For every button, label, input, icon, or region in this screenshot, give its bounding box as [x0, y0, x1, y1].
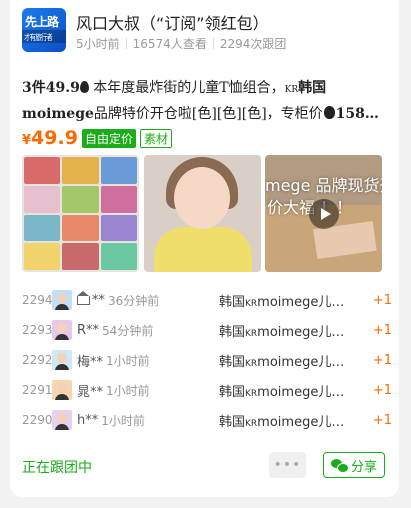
order-time: 1小时前 [106, 353, 150, 368]
group-status: 正在跟团中 [22, 460, 92, 476]
item-kr: KR [245, 328, 258, 339]
item-prefix: 韩国 [219, 294, 246, 310]
buyer-name: R** [77, 322, 100, 338]
desc-kr: KR [284, 85, 299, 95]
price: ¥49.9 [22, 127, 78, 149]
post-header: 先上路 才有旅行者 风口大叔（“订阅”领红包） 5小时前 16574人查看 22… [22, 8, 392, 52]
order-number: 2290 [22, 413, 53, 427]
child-face [174, 167, 230, 229]
video-text-line1: mege 品牌现货开 [265, 176, 382, 195]
buyer-name: 晁** [77, 384, 104, 400]
order-number: 2294 [22, 293, 53, 307]
order-time: 1小时前 [101, 413, 145, 428]
post-description[interactable]: 3件49.9 本年度最炸街的儿童T恤组合，KR韩国moimege品牌特价开仓啦[… [22, 76, 390, 124]
item-suffix: moimege儿… [257, 384, 345, 400]
post-meta: 5小时前 16574人查看 2294次跟团 [76, 35, 286, 52]
desc-body: 本年度最炸街的儿童T恤组合， [88, 80, 285, 96]
product-image-child[interactable] [144, 155, 261, 272]
buyer-avatar [52, 380, 72, 400]
item-prefix: 韩国 [219, 414, 246, 430]
order-number: 2292 [22, 353, 53, 367]
order-row[interactable]: 2293 R** 54分钟前 韩国KRmoimege儿… +1 [22, 319, 392, 341]
item-suffix: moimege儿… [257, 324, 345, 340]
play-icon[interactable] [309, 199, 339, 229]
meta-divider [212, 38, 214, 49]
crown-icon [77, 290, 90, 305]
order-row[interactable]: 2290 h** 1小时前 韩国KRmoimege儿… +1 [22, 409, 392, 431]
item-suffix: moimege儿… [257, 414, 345, 430]
author-avatar[interactable]: 先上路 才有旅行者 [22, 8, 66, 52]
free-pricing-tag: 自由定价 [81, 128, 136, 148]
order-quantity: +1 [372, 382, 392, 398]
order-item: 韩国KRmoimege儿… [219, 321, 344, 340]
meta-divider [125, 38, 127, 49]
order-item: 韩国KRmoimege儿… [219, 381, 344, 400]
post-time: 5小时前 [76, 37, 120, 51]
share-button[interactable]: 分享 [323, 452, 385, 478]
buyer-name: h** [77, 412, 99, 428]
item-suffix: moimege儿… [257, 294, 345, 310]
order-time: 54分钟前 [102, 323, 154, 338]
buyer-avatar [52, 410, 72, 430]
order-item: 韩国KRmoimege儿… [219, 411, 344, 430]
buyer-avatar [52, 290, 72, 310]
order-quantity: +1 [372, 322, 392, 338]
item-suffix: moimege儿… [257, 354, 345, 370]
view-count: 16574人查看 [132, 37, 207, 51]
order-quantity: +1 [372, 292, 392, 308]
group-post-card: 先上路 才有旅行者 风口大叔（“订阅”领红包） 5小时前 16574人查看 22… [10, 0, 399, 497]
author-name[interactable]: 风口大叔（“订阅”领红包） [76, 10, 269, 34]
more-icon: ••• [273, 457, 302, 473]
share-label: 分享 [350, 459, 377, 475]
order-item: 韩国KRmoimege儿… [219, 351, 344, 370]
item-prefix: 韩国 [219, 324, 246, 340]
child-shirt [154, 227, 252, 272]
order-row[interactable]: 2294 ** 36分钟前 韩国KRmoimege儿… +1 [22, 289, 392, 311]
order-number: 2293 [22, 323, 53, 337]
item-kr: KR [245, 388, 258, 399]
item-kr: KR [245, 358, 258, 369]
wechat-icon [330, 458, 349, 473]
item-kr: KR [245, 298, 258, 309]
money-bag-icon [323, 106, 335, 119]
logo-text-line1: 先上路 [25, 15, 59, 29]
order-row[interactable]: 2292 梅** 1小时前 韩国KRmoimege儿… +1 [22, 349, 392, 371]
order-quantity: +1 [372, 352, 392, 368]
more-button[interactable]: ••• [269, 452, 306, 478]
price-value: 49.9 [31, 127, 78, 149]
desc-tail: 品牌特价开仓啦[色][色][色]，专柜价 [93, 106, 323, 122]
product-image-collage[interactable] [22, 155, 139, 272]
buyer-name: 梅** [77, 354, 104, 370]
buyer-name: ** [92, 292, 105, 308]
product-video-thumbnail[interactable]: mege 品牌现货开 价大福 ！！ [265, 155, 382, 272]
order-quantity: +1 [372, 412, 392, 428]
group-count: 2294次跟团 [219, 37, 287, 51]
desc-price: 158… [335, 106, 379, 122]
item-prefix: 韩国 [219, 354, 246, 370]
buyer-avatar [52, 350, 72, 370]
item-kr: KR [245, 418, 258, 429]
price-row: ¥49.9 自由定价 素材 [22, 127, 172, 149]
desc-lead: 3件49.9 [22, 80, 80, 96]
order-item: 韩国KRmoimege儿… [219, 291, 344, 310]
logo-text-line2: 才有旅行者 [24, 33, 53, 42]
order-row[interactable]: 2291 晁** 1小时前 韩国KRmoimege儿… +1 [22, 379, 392, 401]
fire-icon [79, 81, 89, 93]
price-symbol: ¥ [22, 133, 32, 148]
order-time: 1小时前 [106, 383, 150, 398]
material-tag[interactable]: 素材 [139, 128, 172, 148]
collage-grid [24, 157, 137, 270]
order-number: 2291 [22, 383, 53, 397]
item-prefix: 韩国 [219, 384, 246, 400]
buyer-avatar [52, 320, 72, 340]
order-time: 36分钟前 [108, 293, 160, 308]
